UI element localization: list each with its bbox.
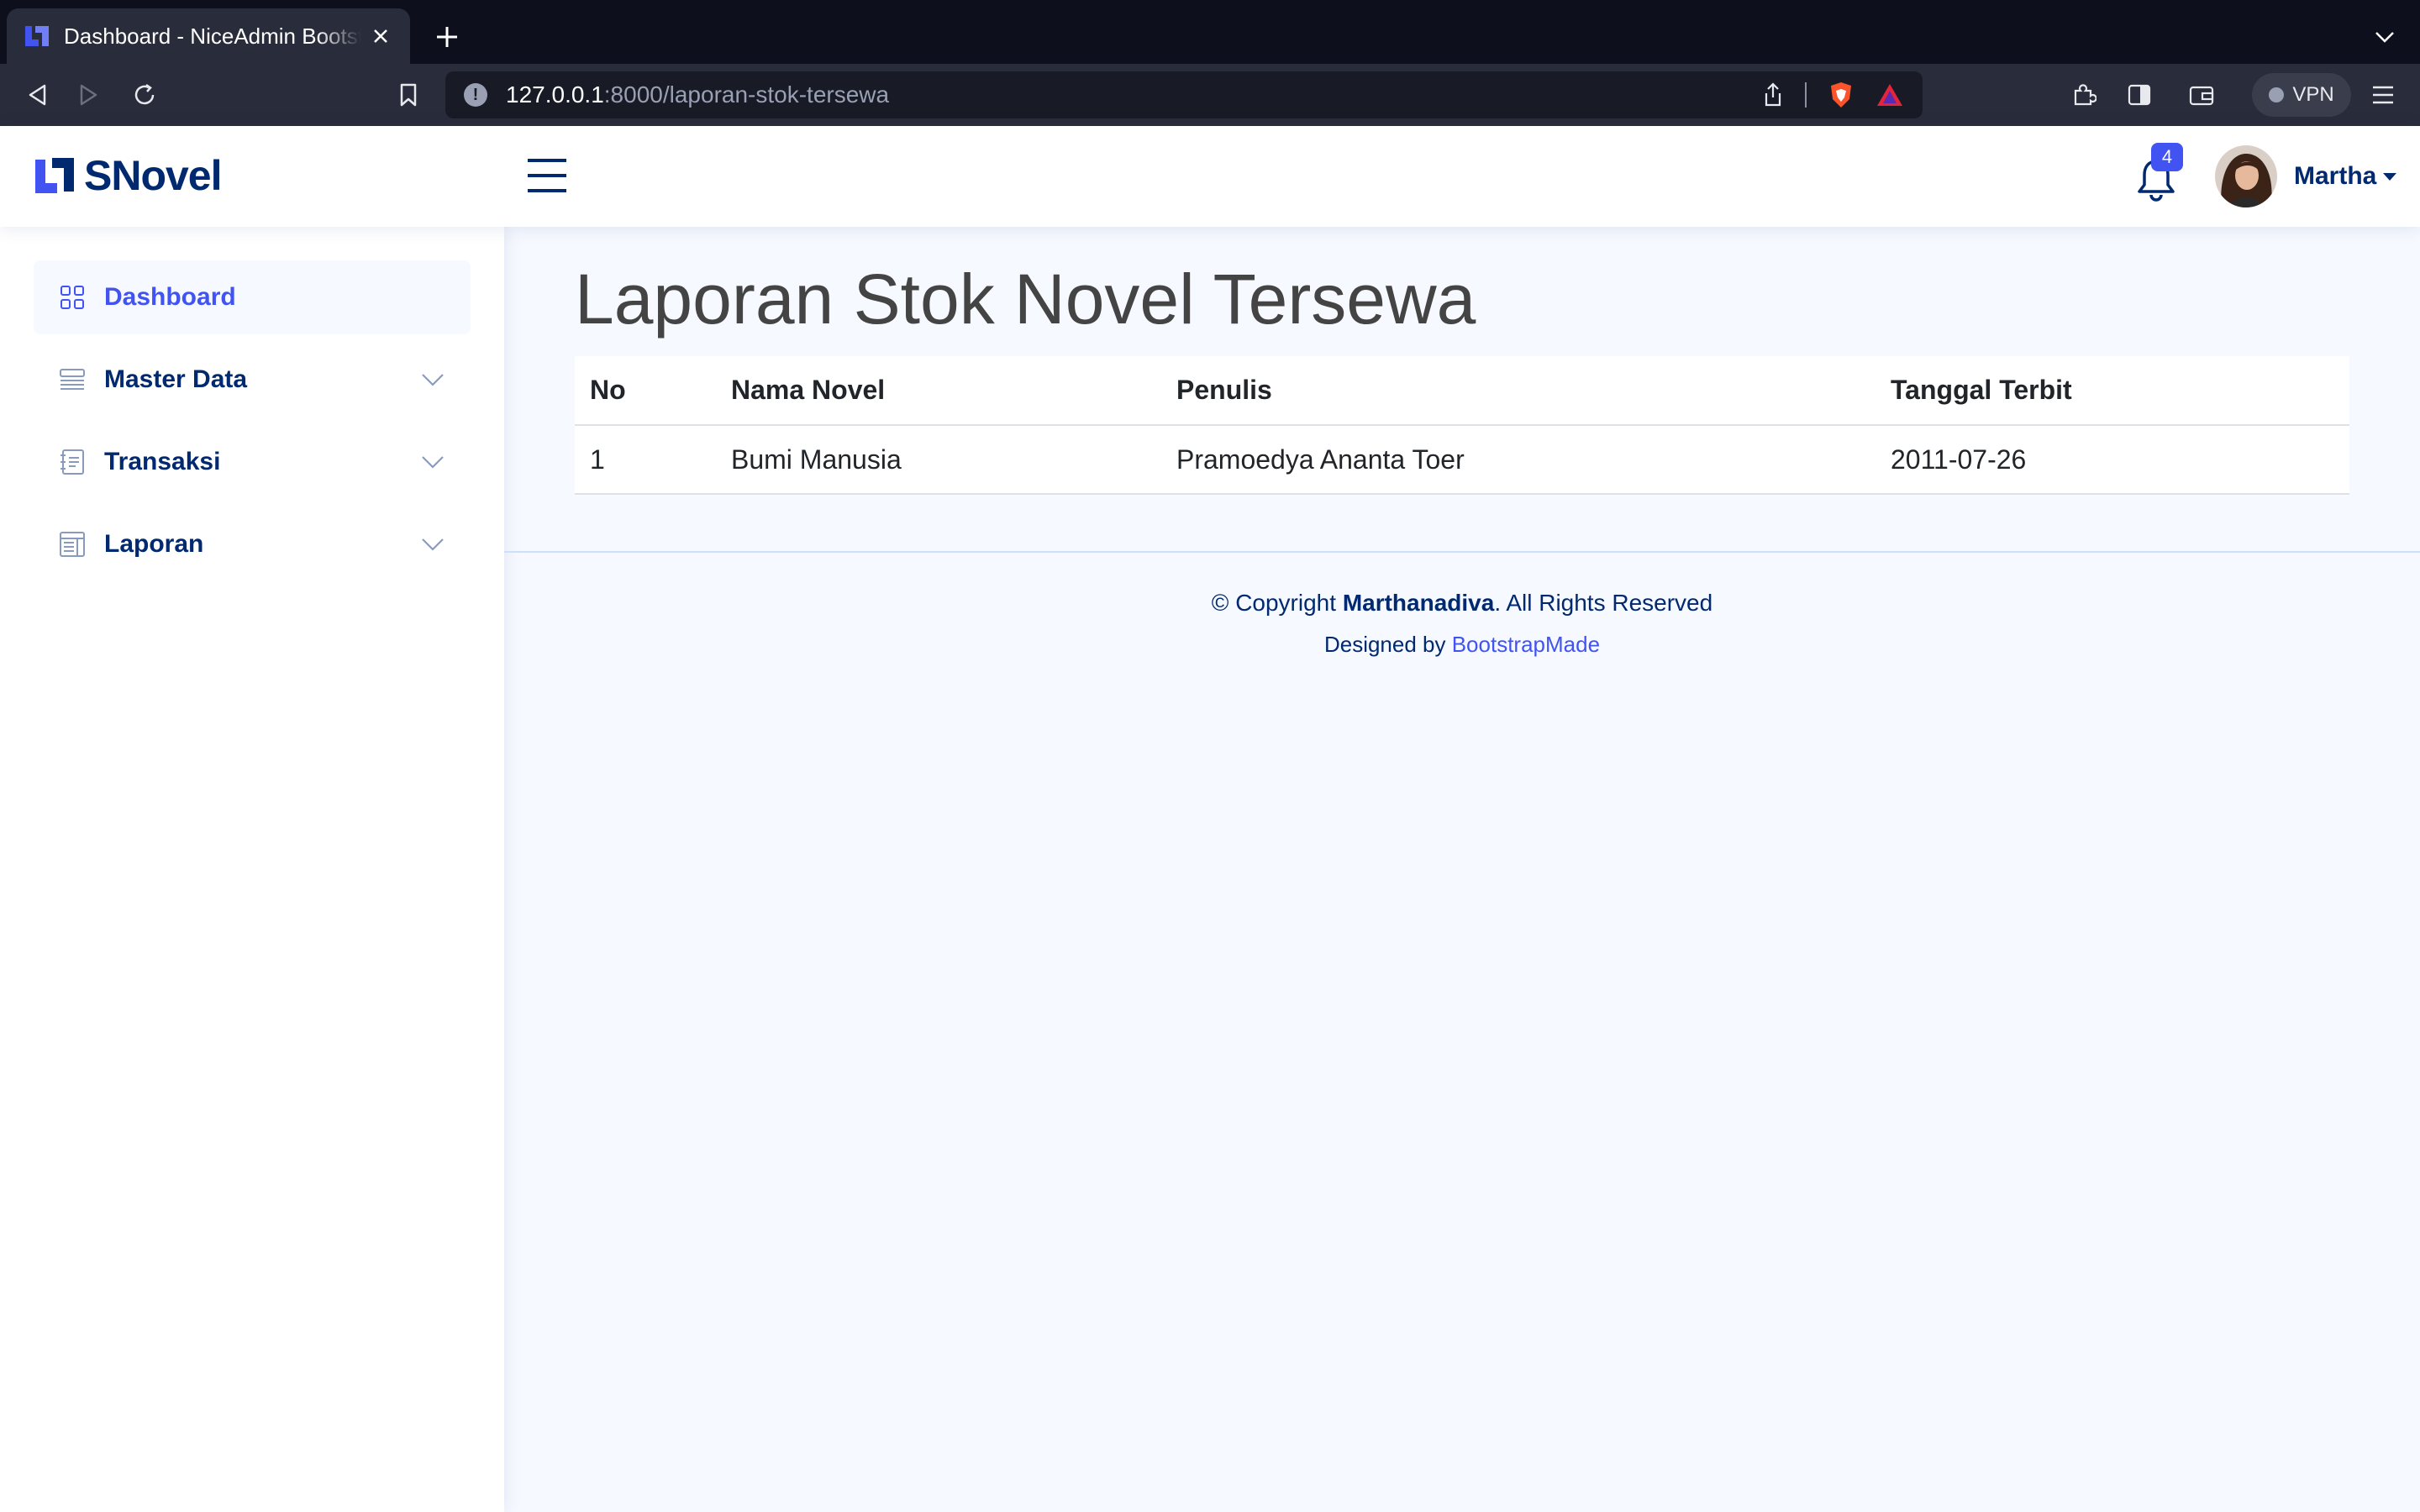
- vpn-status-icon: [2269, 87, 2285, 102]
- grid-icon: [60, 286, 84, 309]
- separator: [1805, 82, 1807, 108]
- cell-nama-novel: Bumi Manusia: [716, 425, 1161, 495]
- browser-toolbar: ! 127.0.0.1:8000/laporan-stok-tersewa VP…: [0, 64, 2420, 126]
- sidebar-item-label: Laporan: [104, 530, 204, 558]
- url-text: 127.0.0.1:8000/laporan-stok-tersewa: [506, 81, 890, 108]
- sidebar-item-label: Master Data: [104, 365, 248, 393]
- chevron-down-icon[interactable]: [2370, 22, 2400, 52]
- favicon-icon: [25, 26, 49, 46]
- browser-tab[interactable]: Dashboard - NiceAdmin Bootstrap Template: [7, 8, 410, 64]
- reload-icon[interactable]: [126, 76, 163, 113]
- table-header-row: No Nama Novel Penulis Tanggal Terbit: [575, 356, 2349, 426]
- sidebar-item-master-data[interactable]: Master Data: [34, 343, 471, 417]
- close-tab-icon[interactable]: [368, 24, 393, 49]
- site-info-icon[interactable]: !: [464, 83, 487, 107]
- hamburger-menu-icon[interactable]: [526, 156, 568, 195]
- page-title: Laporan Stok Novel Tersewa: [575, 260, 1476, 339]
- logo[interactable]: SNovel: [34, 151, 223, 200]
- sidebar-item-laporan[interactable]: Laporan: [34, 507, 471, 581]
- back-icon[interactable]: [18, 76, 55, 113]
- vpn-button[interactable]: VPN: [2252, 73, 2351, 117]
- user-profile-dropdown[interactable]: Martha: [2215, 145, 2397, 207]
- app-header: SNovel Martha: [0, 126, 2420, 227]
- new-tab-icon[interactable]: [430, 20, 464, 54]
- logo-icon: [35, 158, 74, 193]
- column-header-tanggal-terbit: Tanggal Terbit: [1876, 356, 2349, 426]
- chevron-down-icon: [422, 456, 444, 469]
- layout-text-window-icon: [60, 532, 85, 557]
- brave-shield-icon[interactable]: [1828, 81, 1854, 109]
- sidebar: Dashboard Master Data Transaksi Laporan: [0, 227, 504, 1512]
- avatar: [2215, 145, 2277, 207]
- chevron-down-icon: [422, 538, 444, 551]
- caret-down-icon: [2383, 172, 2397, 181]
- column-header-no: No: [575, 356, 716, 426]
- sidebar-toggle-icon[interactable]: [2121, 76, 2158, 113]
- tab-title: Dashboard - NiceAdmin Bootstrap Template: [64, 23, 361, 49]
- browser-menu-icon[interactable]: [2365, 76, 2402, 113]
- table-row: 1 Bumi Manusia Pramoedya Ananta Toer 201…: [575, 425, 2349, 495]
- copyright-owner: Marthanadiva: [1342, 590, 1495, 616]
- chevron-down-icon: [422, 374, 444, 386]
- cell-tanggal-terbit: 2011-07-26: [1876, 425, 2349, 495]
- share-icon[interactable]: [1763, 82, 1783, 108]
- cell-penulis: Pramoedya Ananta Toer: [1161, 425, 1876, 495]
- credits: Designed by BootstrapMade: [1323, 632, 1601, 657]
- address-bar[interactable]: ! 127.0.0.1:8000/laporan-stok-tersewa: [445, 71, 1923, 118]
- menu-button-icon: [60, 369, 85, 390]
- sidebar-item-dashboard[interactable]: Dashboard: [34, 260, 471, 334]
- bookmark-icon[interactable]: [390, 76, 427, 113]
- column-header-nama-novel: Nama Novel: [716, 356, 1161, 426]
- forward-icon[interactable]: [71, 76, 108, 113]
- vpn-label: VPN: [2292, 83, 2334, 106]
- footer: © Copyright Marthanadiva. All Rights Res…: [504, 551, 2420, 658]
- copyright: © Copyright Marthanadiva. All Rights Res…: [1211, 590, 1713, 616]
- notification-badge: 4: [2151, 143, 2183, 171]
- journal-text-icon: [60, 449, 84, 475]
- sidebar-item-transaksi[interactable]: Transaksi: [34, 425, 471, 499]
- brave-rewards-icon[interactable]: [1876, 82, 1904, 108]
- stock-report-table: No Nama Novel Penulis Tanggal Terbit 1 B…: [575, 356, 2349, 495]
- sidebar-item-label: Dashboard: [104, 283, 236, 311]
- bootstrapmade-link[interactable]: BootstrapMade: [1452, 632, 1600, 657]
- user-name: Martha: [2294, 162, 2377, 190]
- cell-no: 1: [575, 425, 716, 495]
- logo-text: SNovel: [84, 152, 223, 199]
- browser-tabstrip: Dashboard - NiceAdmin Bootstrap Template: [0, 0, 2420, 64]
- column-header-penulis: Penulis: [1161, 356, 1876, 426]
- sidebar-item-label: Transaksi: [104, 448, 221, 475]
- wallet-icon[interactable]: [2183, 76, 2220, 113]
- extensions-icon[interactable]: [2065, 76, 2102, 113]
